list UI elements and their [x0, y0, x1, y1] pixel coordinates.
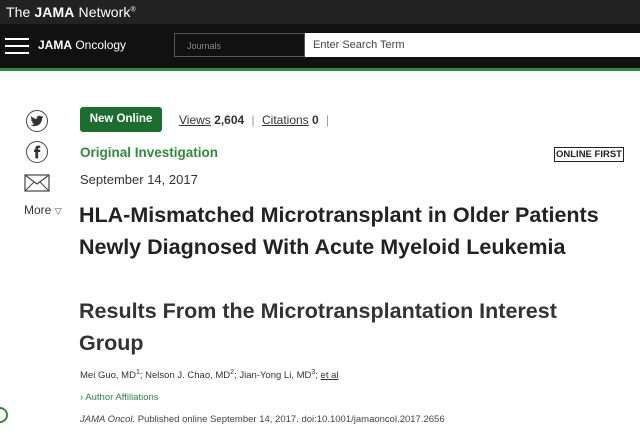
- header-divider: [0, 68, 640, 71]
- metrics-separator-end: |: [326, 113, 330, 127]
- affiliation-number: 1: [135, 369, 140, 376]
- email-icon[interactable]: [24, 174, 50, 197]
- search-scope-select[interactable]: Journals: [174, 33, 305, 57]
- article-category[interactable]: Original Investigation: [80, 145, 218, 160]
- online-first-badge: ONLINE FIRST: [554, 147, 624, 162]
- citation-journal: JAMA Oncol.: [80, 414, 136, 425]
- citation-details: Published online September 14, 2017. doi…: [135, 414, 445, 425]
- affiliations-label: Author Affiliations: [85, 392, 159, 403]
- new-online-badge: New Online: [80, 107, 162, 132]
- chevron-right-icon: ›: [80, 392, 84, 403]
- et-al-link[interactable]: et al: [321, 370, 339, 381]
- hamburger-menu-icon[interactable]: [5, 37, 29, 55]
- logo-trademark: ®: [130, 6, 136, 14]
- journal-logo[interactable]: JAMA Oncology: [38, 38, 126, 52]
- journal-header: JAMA Oncology Journals: [0, 24, 640, 68]
- affiliation-number: 2: [230, 369, 235, 376]
- affiliation-number: 3: [311, 369, 316, 376]
- author-name[interactable]: Mei Guo, MD: [80, 370, 136, 381]
- logo-bold: JAMA: [34, 4, 75, 20]
- logo-prefix: The: [6, 4, 35, 20]
- article-citation: JAMA Oncol. Published online September 1…: [80, 414, 445, 425]
- more-label: More: [24, 203, 52, 217]
- author-affiliations-toggle[interactable]: › Author Affiliations: [80, 392, 159, 403]
- jama-network-logo[interactable]: The JAMA Network®: [6, 4, 136, 20]
- search-bar: Journals: [133, 24, 640, 68]
- network-bar: The JAMA Network®: [0, 0, 640, 24]
- article-metrics: Views 2,604 | Citations 0 |: [179, 113, 333, 127]
- twitter-icon[interactable]: [26, 110, 48, 132]
- scroll-indicator[interactable]: [0, 407, 8, 423]
- citations-count: 0: [312, 113, 319, 127]
- metrics-separator: |: [251, 113, 255, 127]
- publication-date: September 14, 2017: [80, 172, 198, 187]
- journal-logo-bold: JAMA: [38, 38, 73, 52]
- author-name[interactable]: Jian-Yong Li, MD: [239, 370, 311, 381]
- article-title: HLA-Mismatched Microtransplant in Older …: [79, 203, 599, 259]
- author-list: Mei Guo, MD1; Nelson J. Chao, MD2; Jian-…: [80, 369, 339, 382]
- views-count: 2,604: [214, 113, 245, 127]
- search-input[interactable]: [305, 33, 640, 57]
- author-name[interactable]: Nelson J. Chao, MD: [145, 370, 230, 381]
- menu-block: JAMA Oncology: [0, 24, 133, 68]
- chevron-down-icon: ▽: [54, 206, 62, 216]
- journal-logo-rest: Oncology: [72, 38, 127, 52]
- logo-rest: Network: [74, 4, 131, 20]
- more-share-button[interactable]: More ▽: [24, 203, 62, 217]
- article-subtitle: Results From the Microtransplantation In…: [79, 299, 557, 355]
- views-link[interactable]: Views: [179, 113, 211, 127]
- citations-link[interactable]: Citations: [262, 113, 309, 127]
- facebook-icon[interactable]: [26, 141, 48, 163]
